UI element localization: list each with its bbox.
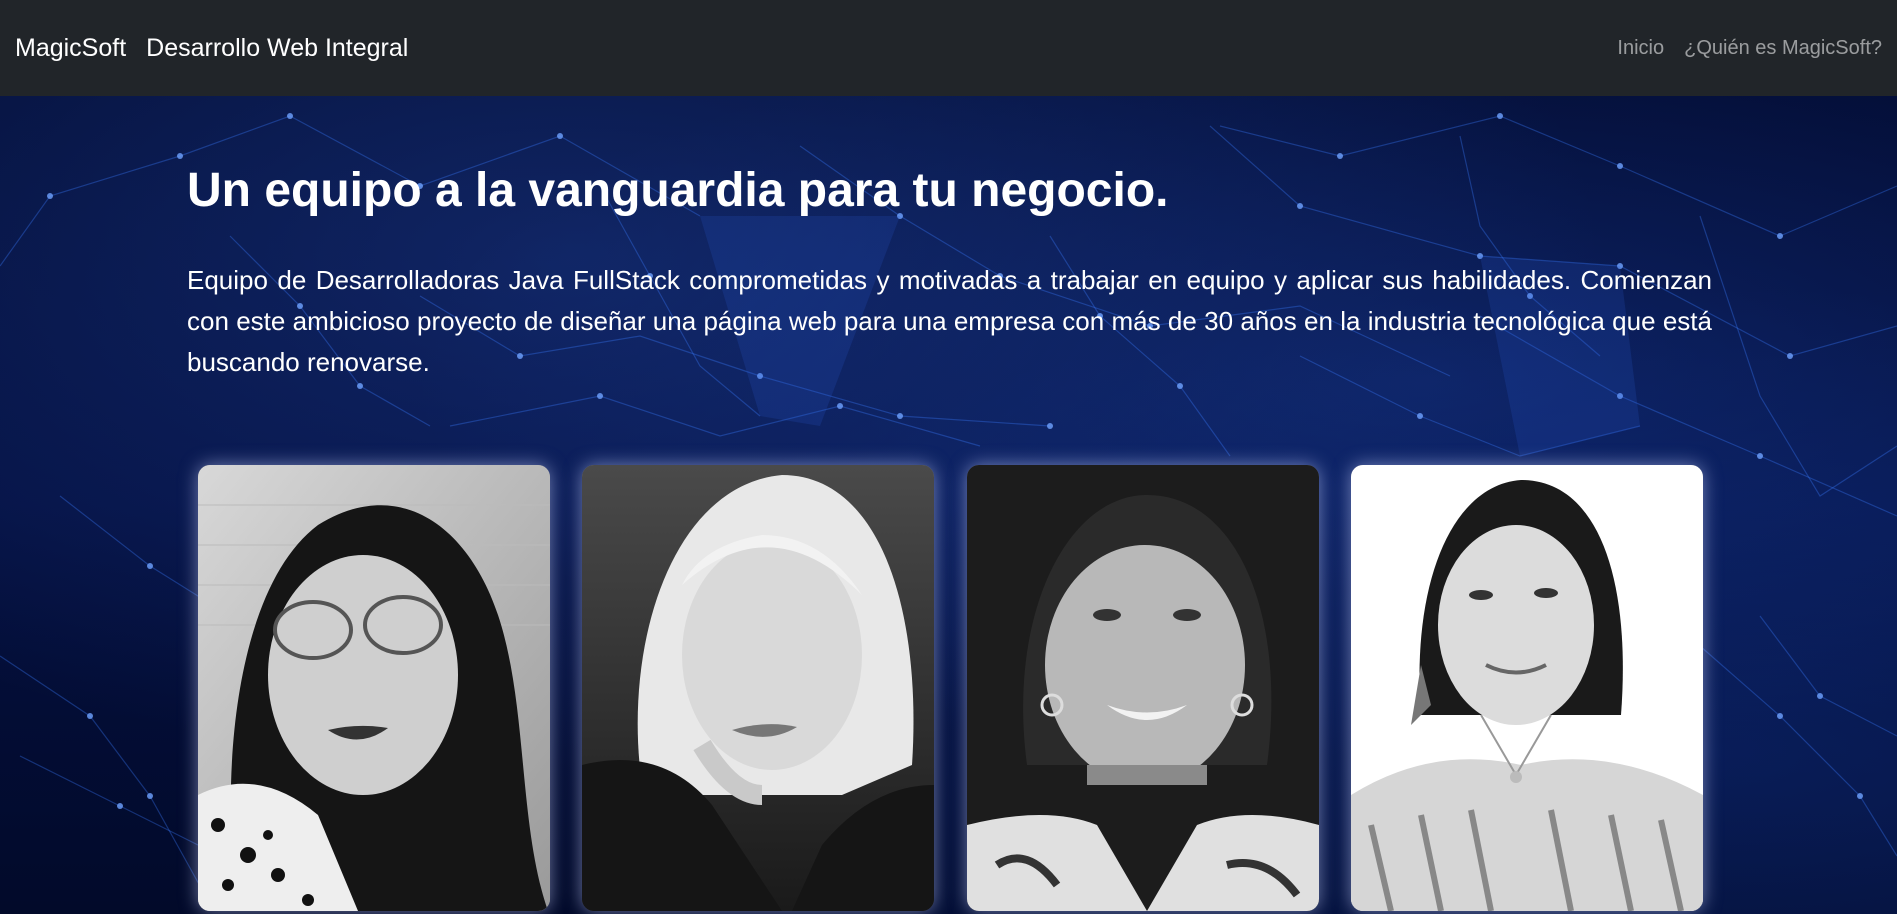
team-member-card-1 bbox=[198, 465, 550, 911]
navbar: MagicSoft Desarrollo Web Integral Inicio… bbox=[0, 0, 1897, 96]
brand-tagline-link[interactable]: Desarrollo Web Integral bbox=[146, 34, 408, 63]
brand-group: MagicSoft Desarrollo Web Integral bbox=[15, 34, 408, 63]
nav-links: Inicio ¿Quién es MagicSoft? bbox=[1617, 37, 1882, 60]
team-member-photo-2 bbox=[582, 465, 934, 911]
team-member-card-2 bbox=[582, 465, 934, 911]
nav-link-inicio[interactable]: Inicio bbox=[1617, 37, 1664, 60]
team-member-photo-4 bbox=[1351, 465, 1703, 911]
team-member-photo-1 bbox=[198, 465, 550, 911]
team-member-photo-3 bbox=[967, 465, 1319, 911]
brand-link[interactable]: MagicSoft bbox=[15, 34, 126, 63]
team-member-card-3 bbox=[967, 465, 1319, 911]
hero-section: Un equipo a la vanguardia para tu negoci… bbox=[0, 96, 1897, 914]
nav-link-quien-es[interactable]: ¿Quién es MagicSoft? bbox=[1684, 37, 1882, 60]
team-cards bbox=[0, 96, 1897, 914]
team-member-card-4 bbox=[1351, 465, 1703, 911]
